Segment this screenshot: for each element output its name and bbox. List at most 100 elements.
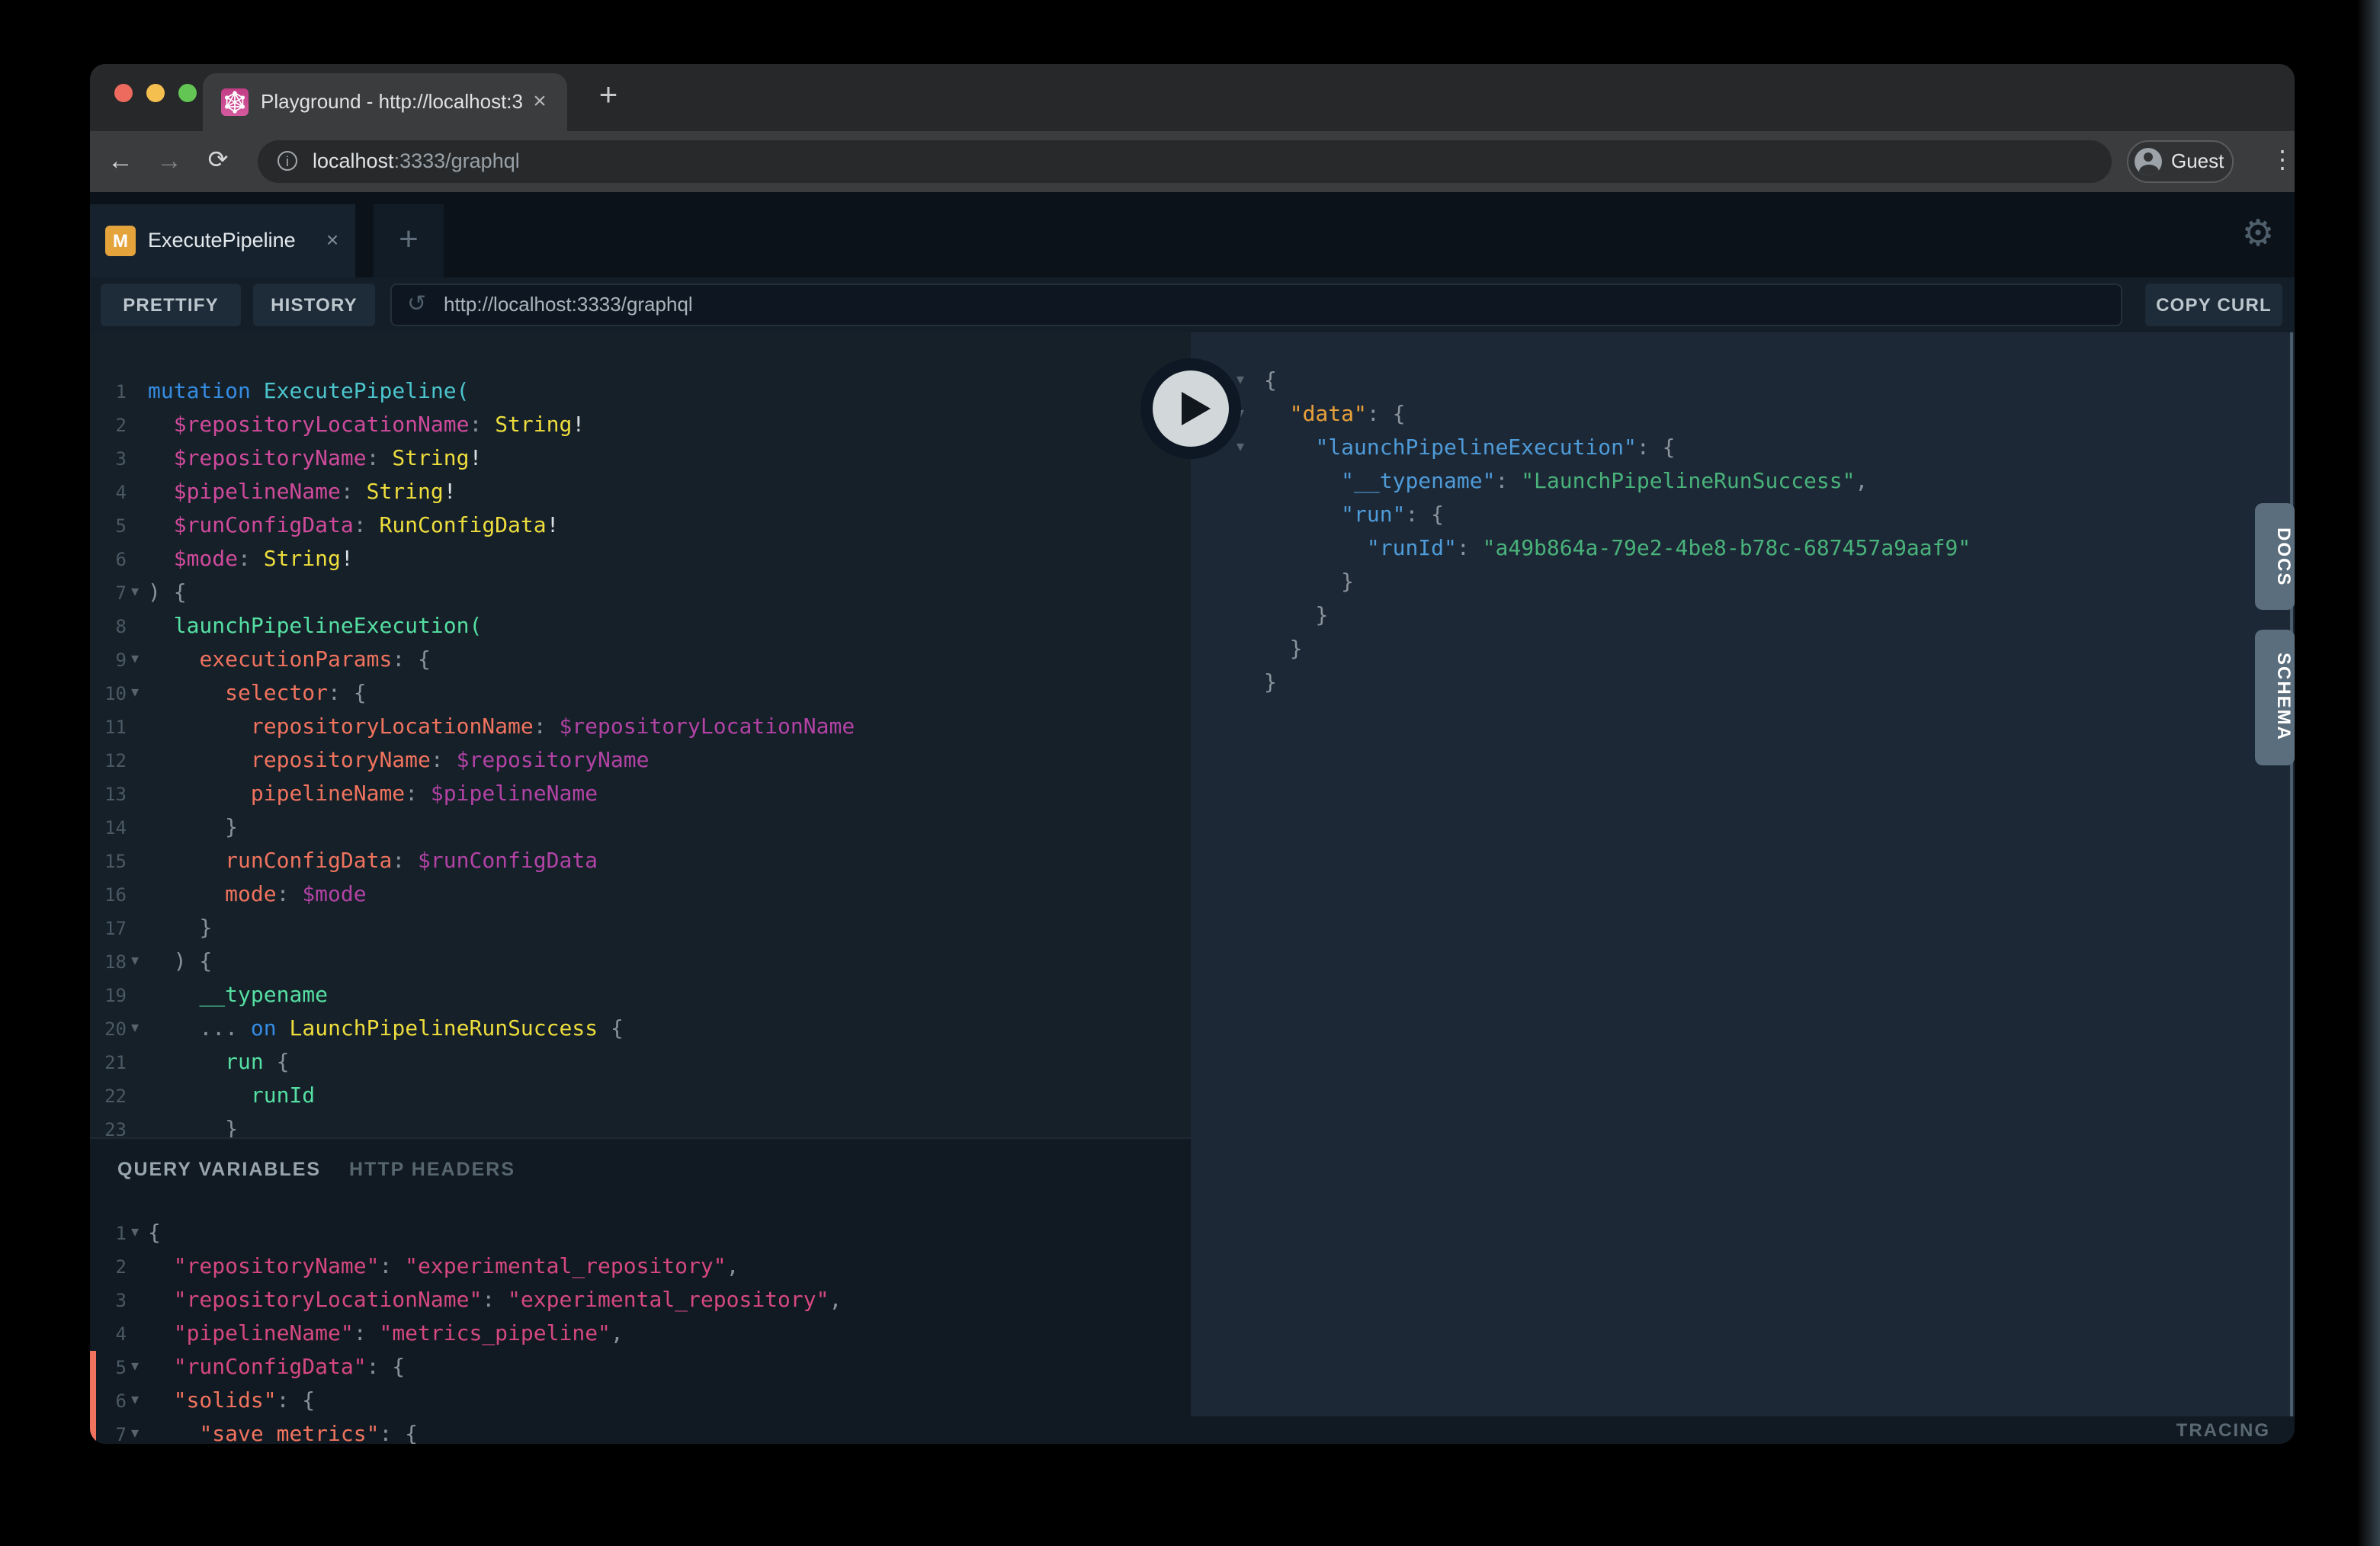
code-line[interactable]: 21 run { bbox=[90, 1046, 1191, 1079]
code-line[interactable]: 23 } bbox=[90, 1113, 1191, 1137]
prettify-button[interactable]: PRETTIFY bbox=[101, 284, 241, 326]
code-line[interactable]: 13 pipelineName: $pipelineName bbox=[90, 778, 1191, 811]
tab-docs[interactable]: DOCS bbox=[2255, 503, 2295, 610]
line-number: 8 bbox=[90, 610, 127, 643]
code-line: ▾{ bbox=[1191, 364, 2295, 398]
code-line[interactable]: 9▾ executionParams: { bbox=[90, 643, 1191, 677]
line-number: 4 bbox=[90, 1317, 127, 1351]
line-number: 23 bbox=[90, 1113, 127, 1137]
code-line[interactable]: 18▾ ) { bbox=[90, 945, 1191, 979]
play-button-face bbox=[1153, 370, 1229, 447]
playground-tab-close-icon[interactable]: × bbox=[319, 227, 346, 255]
code-line-text: executionParams: { bbox=[148, 643, 431, 677]
code-line-text: selector: { bbox=[148, 677, 367, 710]
code-line[interactable]: 6 $mode: String! bbox=[90, 543, 1191, 576]
profile-button[interactable]: Guest bbox=[2127, 140, 2234, 183]
code-line[interactable]: 4 "pipelineName": "metrics_pipeline", bbox=[90, 1317, 1191, 1351]
address-bar[interactable]: i localhost:3333/graphql bbox=[258, 140, 2112, 183]
code-line[interactable]: 11 repositoryLocationName: $repositoryLo… bbox=[90, 710, 1191, 744]
settings-gear-icon[interactable]: ⚙ bbox=[2234, 210, 2282, 259]
line-number: 1 bbox=[90, 375, 127, 409]
browser-window: Playground - http://localhost:3 × + ← → … bbox=[90, 64, 2295, 1444]
playground-app: M ExecutePipeline × + ⚙ PRETTIFY HISTORY… bbox=[90, 192, 2295, 1444]
site-info-icon[interactable]: i bbox=[277, 151, 297, 171]
line-number: 5 bbox=[90, 1351, 127, 1384]
tab-close-icon[interactable]: × bbox=[524, 87, 555, 117]
code-line[interactable]: 5▾ "runConfigData": { bbox=[90, 1351, 1191, 1384]
line-number: 22 bbox=[90, 1079, 127, 1113]
line-number: 19 bbox=[90, 979, 127, 1012]
line-number: 20 bbox=[90, 1012, 127, 1046]
code-line[interactable]: 15 runConfigData: $runConfigData bbox=[90, 845, 1191, 878]
traffic-light-close[interactable] bbox=[114, 84, 133, 102]
code-line[interactable]: 3 $repositoryName: String! bbox=[90, 442, 1191, 476]
fold-arrow-icon[interactable]: ▾ bbox=[1237, 431, 1244, 465]
line-number: 10 bbox=[90, 677, 127, 710]
right-edge-divider bbox=[2290, 332, 2293, 1416]
variables-editor[interactable]: 1▾{2 "repositoryName": "experimental_rep… bbox=[90, 1217, 1191, 1444]
code-line: ▾ "data": { bbox=[1191, 398, 2295, 431]
code-line[interactable]: 2 $repositoryLocationName: String! bbox=[90, 409, 1191, 442]
copy-curl-button[interactable]: COPY CURL bbox=[2145, 284, 2282, 326]
code-line[interactable]: 12 repositoryName: $repositoryName bbox=[90, 744, 1191, 778]
code-line-text: } bbox=[1264, 666, 1277, 700]
reload-icon[interactable]: ⟳ bbox=[197, 131, 239, 192]
code-line[interactable]: 5 $runConfigData: RunConfigData! bbox=[90, 509, 1191, 543]
code-line[interactable]: 7▾) { bbox=[90, 576, 1191, 610]
code-line[interactable]: 6▾ "solids": { bbox=[90, 1384, 1191, 1418]
back-icon[interactable]: ← bbox=[99, 131, 142, 192]
fold-arrow-icon[interactable]: ▾ bbox=[131, 643, 139, 677]
fold-arrow-icon[interactable]: ▾ bbox=[131, 945, 139, 979]
code-line: "run": { bbox=[1191, 499, 2295, 532]
fold-arrow-icon[interactable]: ▾ bbox=[131, 677, 139, 710]
code-line[interactable]: 2 "repositoryName": "experimental_reposi… bbox=[90, 1250, 1191, 1284]
code-line[interactable]: 7▾ "save_metrics": { bbox=[90, 1418, 1191, 1444]
code-line[interactable]: 22 runId bbox=[90, 1079, 1191, 1113]
browser-menu-icon[interactable]: ⋮ bbox=[2255, 131, 2295, 192]
tab-http-headers[interactable]: HTTP HEADERS bbox=[349, 1159, 515, 1180]
code-line-text: "runId": "a49b864a-79e2-4be8-b78c-687457… bbox=[1264, 532, 1971, 566]
code-line-text: } bbox=[1264, 566, 1354, 599]
fold-arrow-icon[interactable]: ▾ bbox=[131, 1217, 139, 1250]
code-line[interactable]: 17 } bbox=[90, 912, 1191, 945]
playground-new-tab-button[interactable]: + bbox=[374, 204, 444, 277]
code-line-text: repositoryName: $repositoryName bbox=[148, 744, 650, 778]
code-line[interactable]: 16 mode: $mode bbox=[90, 878, 1191, 912]
code-line[interactable]: 1▾{ bbox=[90, 1217, 1191, 1250]
tab-schema[interactable]: SCHEMA bbox=[2255, 630, 2295, 765]
browser-tab[interactable]: Playground - http://localhost:3 × bbox=[203, 73, 567, 131]
tab-query-variables[interactable]: QUERY VARIABLES bbox=[117, 1159, 321, 1180]
traffic-light-minimize[interactable] bbox=[146, 84, 165, 102]
url-path: :3333/graphql bbox=[394, 149, 520, 172]
tracing-toggle[interactable]: TRACING bbox=[1191, 1416, 2295, 1444]
code-line[interactable]: 4 $pipelineName: String! bbox=[90, 476, 1191, 509]
code-line[interactable]: 19 __typename bbox=[90, 979, 1191, 1012]
code-line[interactable]: 3 "repositoryLocationName": "experimenta… bbox=[90, 1284, 1191, 1317]
code-line-text: repositoryLocationName: $repositoryLocat… bbox=[148, 710, 855, 744]
playground-tab-executepipeline[interactable]: M ExecutePipeline × bbox=[90, 204, 355, 277]
code-line[interactable]: 8 launchPipelineExecution( bbox=[90, 610, 1191, 643]
forward-icon[interactable]: → bbox=[148, 131, 191, 192]
code-line: } bbox=[1191, 566, 2295, 599]
line-number: 18 bbox=[90, 945, 127, 979]
fold-arrow-icon[interactable]: ▾ bbox=[131, 576, 139, 610]
code-line[interactable]: 10▾ selector: { bbox=[90, 677, 1191, 710]
traffic-light-zoom[interactable] bbox=[178, 84, 197, 102]
new-tab-button[interactable]: + bbox=[587, 76, 630, 119]
endpoint-input[interactable]: ↺ http://localhost:3333/graphql bbox=[390, 284, 2122, 326]
fold-arrow-icon[interactable]: ▾ bbox=[131, 1012, 139, 1046]
code-line-text: "run": { bbox=[1264, 499, 1444, 532]
code-line-text: $pipelineName: String! bbox=[148, 476, 457, 509]
browser-navbar: ← → ⟳ i localhost:3333/graphql Guest ⋮ bbox=[90, 131, 2295, 192]
execute-button[interactable] bbox=[1140, 358, 1241, 459]
code-line[interactable]: 1mutation ExecutePipeline( bbox=[90, 375, 1191, 409]
fold-arrow-icon[interactable]: ▾ bbox=[131, 1351, 139, 1384]
code-line[interactable]: 14 } bbox=[90, 811, 1191, 845]
history-button[interactable]: HISTORY bbox=[253, 284, 375, 326]
code-line[interactable]: 20▾ ... on LaunchPipelineRunSuccess { bbox=[90, 1012, 1191, 1046]
query-editor[interactable]: 1mutation ExecutePipeline(2 $repositoryL… bbox=[90, 332, 1191, 1137]
fold-arrow-icon[interactable]: ▾ bbox=[131, 1384, 139, 1418]
fold-arrow-icon[interactable]: ▾ bbox=[131, 1418, 139, 1444]
code-line-text: "runConfigData": { bbox=[148, 1351, 405, 1384]
line-number: 21 bbox=[90, 1046, 127, 1079]
